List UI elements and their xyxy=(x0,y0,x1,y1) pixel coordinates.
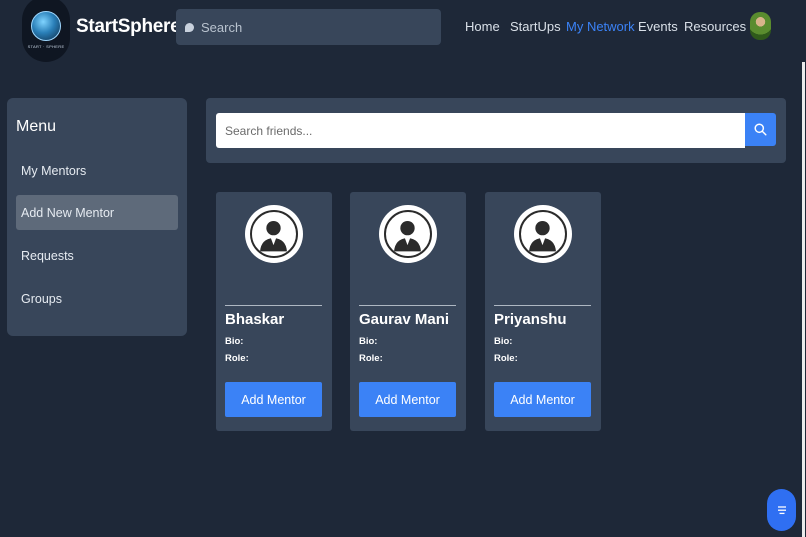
user-silhouette-icon xyxy=(260,220,287,252)
mentor-avatar xyxy=(514,205,572,263)
mentor-card: Gaurav Mani Bio: Role: Add Mentor xyxy=(350,192,466,431)
mentor-role-label: Role: xyxy=(359,353,383,364)
mentor-bio-label: Bio: xyxy=(494,336,513,347)
global-search[interactable] xyxy=(176,9,441,45)
nav-home[interactable]: Home xyxy=(465,19,500,34)
sidebar-item-groups[interactable]: Groups xyxy=(16,281,178,316)
menu-icon xyxy=(777,506,786,515)
chat-menu-button[interactable] xyxy=(767,489,796,531)
sidebar-item-requests[interactable]: Requests xyxy=(16,238,178,273)
add-mentor-button[interactable]: Add Mentor xyxy=(359,382,456,417)
mentor-bio-label: Bio: xyxy=(225,336,244,347)
user-silhouette-icon xyxy=(529,220,556,252)
mentor-name: Gaurav Mani xyxy=(359,311,450,328)
nav-startups[interactable]: StartUps xyxy=(510,19,561,34)
add-mentor-button[interactable]: Add Mentor xyxy=(225,382,322,417)
sidebar-item-my-mentors[interactable]: My Mentors xyxy=(16,153,178,188)
mentor-role-label: Role: xyxy=(494,353,518,364)
mentor-name: Bhaskar xyxy=(225,311,285,328)
card-divider xyxy=(494,305,591,306)
card-divider xyxy=(359,305,456,306)
add-mentor-button[interactable]: Add Mentor xyxy=(494,382,591,417)
mentor-role-label: Role: xyxy=(225,353,249,364)
scrollbar-edge[interactable] xyxy=(802,62,805,537)
nav-resources[interactable]: Resources xyxy=(684,19,746,34)
top-navbar: START · SPHERE StartSphere Home StartUps… xyxy=(0,0,806,64)
user-avatar[interactable] xyxy=(750,12,771,40)
mentor-name: Priyanshu xyxy=(494,311,567,328)
sidebar-item-add-new-mentor[interactable]: Add New Mentor xyxy=(16,195,178,230)
search-icon xyxy=(754,123,767,136)
nav-my-network[interactable]: My Network xyxy=(566,19,635,34)
mentor-avatar xyxy=(245,205,303,263)
logo-text: START · SPHERE xyxy=(27,44,65,49)
search-friends-button[interactable] xyxy=(745,113,776,146)
user-silhouette-icon xyxy=(394,220,421,252)
search-friends-input[interactable] xyxy=(216,113,745,148)
sidebar-menu: Menu My Mentors Add New Mentor Requests … xyxy=(7,98,187,336)
friend-search-panel xyxy=(206,98,786,163)
menu-title: Menu xyxy=(16,118,57,135)
logo[interactable]: START · SPHERE xyxy=(22,0,70,62)
card-divider xyxy=(225,305,322,306)
nav-events[interactable]: Events xyxy=(638,19,678,34)
mentor-avatar xyxy=(379,205,437,263)
mentor-bio-label: Bio: xyxy=(359,336,378,347)
brand-name[interactable]: StartSphere xyxy=(76,16,181,38)
mentor-card: Bhaskar Bio: Role: Add Mentor xyxy=(216,192,332,431)
search-bubble-icon xyxy=(185,22,194,32)
mentor-card: Priyanshu Bio: Role: Add Mentor xyxy=(485,192,601,431)
global-search-input[interactable] xyxy=(201,19,421,35)
globe-icon xyxy=(31,11,61,41)
